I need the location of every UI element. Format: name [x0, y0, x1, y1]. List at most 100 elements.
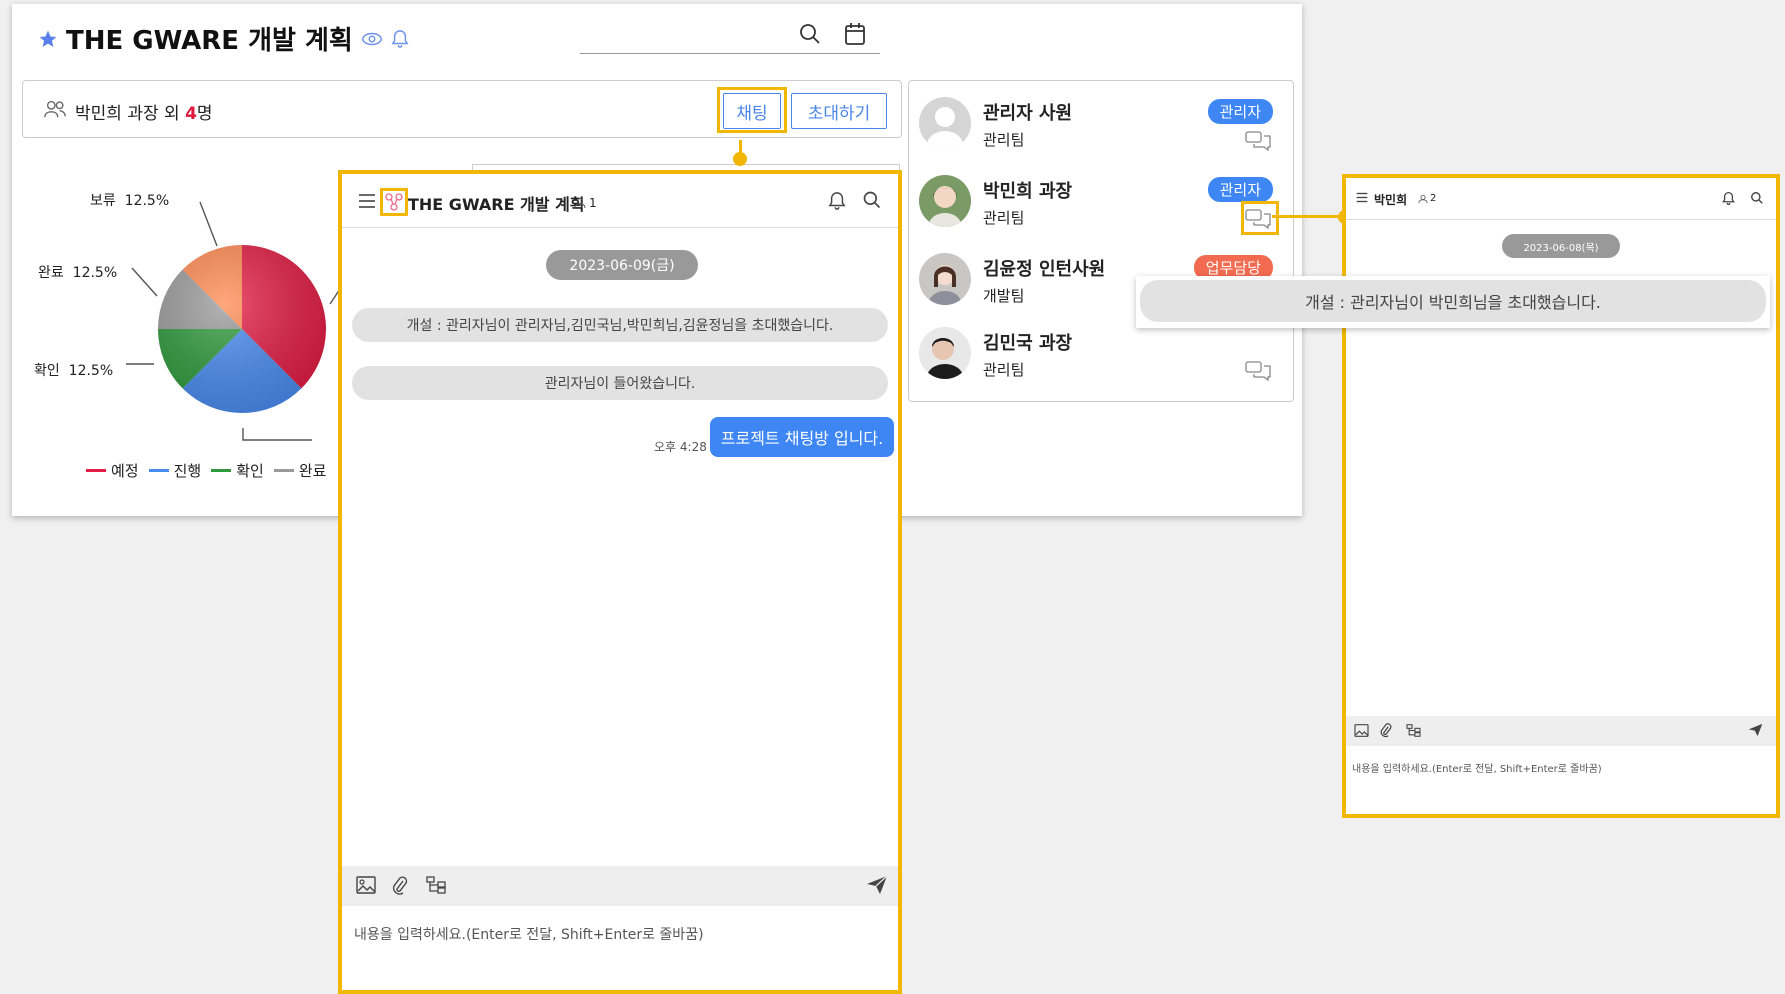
- member-name: 관리자 사원: [983, 103, 1073, 124]
- chat-bubble-icon[interactable]: [1245, 131, 1271, 155]
- org-chart-icon[interactable]: [426, 876, 446, 894]
- chat-title: 박민희: [1374, 193, 1408, 207]
- label-hwagin-name: 확인: [34, 363, 60, 379]
- legend-swatch: [273, 469, 294, 472]
- label-hwagin-pct: 12.5%: [68, 363, 114, 379]
- legend-item[interactable]: 진행: [148, 460, 202, 481]
- member-count-value: 1: [589, 196, 597, 210]
- direct-chat-window: 박민희 2 2023-06-08(목) 내용을 입력하세요.(Enter로 전달…: [1342, 174, 1780, 818]
- member-summary-box: 박민희 과장 외 4명 채팅 초대하기: [22, 80, 902, 138]
- bell-icon[interactable]: [828, 191, 846, 211]
- chat-bubble-icon[interactable]: [1245, 209, 1271, 233]
- chat-title: THE GWARE 개발 계획: [408, 195, 585, 214]
- bell-icon[interactable]: [391, 29, 409, 49]
- my-message-bubble[interactable]: 프로젝트 채팅방 입니다.: [710, 417, 894, 457]
- message-input[interactable]: 내용을 입력하세요.(Enter로 전달, Shift+Enter로 줄바꿈): [1352, 760, 1602, 775]
- org-chart-icon[interactable]: [1406, 724, 1421, 737]
- legend-item[interactable]: 완료: [273, 460, 327, 481]
- star-icon[interactable]: [38, 29, 58, 49]
- chat-toolbar: [342, 866, 898, 906]
- eye-icon[interactable]: [361, 31, 383, 47]
- label-boryu: 보류 12.5%: [90, 190, 169, 210]
- project-chat-window: THE GWARE 개발 계획 1 2023-06-09(금) 개설 : 관리자…: [338, 170, 902, 994]
- chat-bubble-icon[interactable]: [1245, 361, 1271, 385]
- label-hwagin: 확인 12.5%: [34, 360, 113, 380]
- system-message: 개설 : 관리자님이 박민희님을 초대했습니다.: [1140, 280, 1766, 322]
- label-wanryo-name: 완료: [38, 265, 64, 281]
- label-boryu-name: 보류: [90, 193, 116, 209]
- menu-icon[interactable]: [358, 193, 376, 209]
- date-divider: 2023-06-09(금): [546, 250, 698, 280]
- share-icon[interactable]: [385, 193, 403, 211]
- member-item[interactable]: 관리자 사원 관리팀 관리자: [919, 89, 1285, 159]
- member-name: 박민희 과장: [983, 181, 1073, 202]
- member-team: 관리팀: [983, 131, 1025, 149]
- label-line-boryu: [199, 201, 218, 247]
- role-badge: 관리자: [1207, 177, 1273, 202]
- chat-header: 박민희 2: [1346, 178, 1776, 220]
- legend-label: 완료: [298, 462, 327, 480]
- legend-label: 확인: [236, 462, 264, 480]
- label-wanryo: 완료 12.5%: [38, 262, 117, 282]
- chart-legend: 예정 진행 확인 완료: [86, 460, 326, 481]
- person-icon: [574, 198, 586, 209]
- users-icon: [43, 99, 67, 119]
- chat-member-count: 1: [574, 196, 597, 210]
- avatar: [919, 253, 971, 305]
- legend-swatch: [148, 469, 169, 472]
- legend-swatch: [86, 469, 106, 472]
- paperclip-icon[interactable]: [1380, 723, 1392, 738]
- label-line-jinhaeng: [242, 428, 312, 441]
- member-team: 관리팀: [983, 361, 1025, 379]
- image-icon[interactable]: [1354, 724, 1369, 737]
- member-team: 개발팀: [983, 287, 1025, 305]
- zoomed-message-callout: 개설 : 관리자님이 박민희님을 초대했습니다.: [1136, 276, 1770, 328]
- pie-shading: [158, 245, 326, 413]
- connector-dot: [733, 152, 747, 166]
- avatar: [919, 175, 971, 227]
- legend-item[interactable]: 확인: [211, 460, 264, 481]
- paperclip-icon[interactable]: [392, 876, 408, 896]
- project-search-bar[interactable]: [580, 18, 880, 54]
- project-title: THE GWARE 개발 계획: [66, 26, 353, 56]
- member-name: 김윤정 인턴사원: [983, 259, 1106, 280]
- search-icon[interactable]: [862, 190, 882, 210]
- message-input[interactable]: 내용을 입력하세요.(Enter로 전달, Shift+Enter로 줄바꿈): [354, 924, 704, 944]
- member-summary-suffix: 명: [196, 104, 213, 124]
- system-message: 개설 : 관리자님이 관리자님,김민국님,박민희님,김윤정님을 초대했습니다.: [352, 308, 888, 342]
- menu-icon[interactable]: [1356, 192, 1368, 203]
- invite-button[interactable]: 초대하기: [791, 93, 887, 129]
- legend-label: 진행: [173, 462, 202, 480]
- legend-swatch: [211, 469, 232, 472]
- member-count-value: 2: [1430, 193, 1437, 204]
- bell-icon[interactable]: [1722, 191, 1735, 206]
- image-icon[interactable]: [356, 876, 376, 894]
- status-pie-chart: [126, 201, 342, 441]
- send-icon[interactable]: [1748, 723, 1763, 737]
- chat-toolbar: [1346, 716, 1776, 746]
- member-team: 관리팀: [983, 209, 1025, 227]
- avatar: [919, 97, 971, 149]
- members-list: 관리자 사원 관리팀 관리자 박민희 과장 관리팀 관리자 김윤정 인턴사원 개…: [908, 80, 1294, 402]
- chat-member-count: 2: [1418, 193, 1436, 204]
- member-summary-prefix: 박민희 과장 외: [75, 104, 186, 124]
- search-icon[interactable]: [798, 22, 822, 46]
- member-count: 4: [185, 104, 197, 124]
- label-boryu-pct: 12.5%: [124, 193, 170, 209]
- date-divider: 2023-06-08(목): [1502, 234, 1620, 258]
- legend-label: 예정: [111, 462, 139, 480]
- send-icon[interactable]: [866, 875, 888, 895]
- member-item[interactable]: 박민희 과장 관리팀 관리자: [919, 167, 1285, 237]
- member-name: 김민국 과장: [983, 333, 1073, 354]
- avatar: [919, 327, 971, 379]
- connector-line: [1272, 215, 1344, 218]
- legend-item[interactable]: 예정: [86, 460, 139, 481]
- label-wanryo-pct: 12.5%: [72, 265, 118, 281]
- person-icon: [1418, 194, 1428, 203]
- member-item[interactable]: 김민국 과장 관리팀: [919, 319, 1285, 389]
- role-badge: 관리자: [1207, 99, 1273, 124]
- search-icon[interactable]: [1750, 191, 1764, 205]
- calendar-icon[interactable]: [844, 22, 866, 46]
- chat-header: THE GWARE 개발 계획 1: [342, 174, 898, 228]
- chat-button[interactable]: 채팅: [723, 93, 781, 129]
